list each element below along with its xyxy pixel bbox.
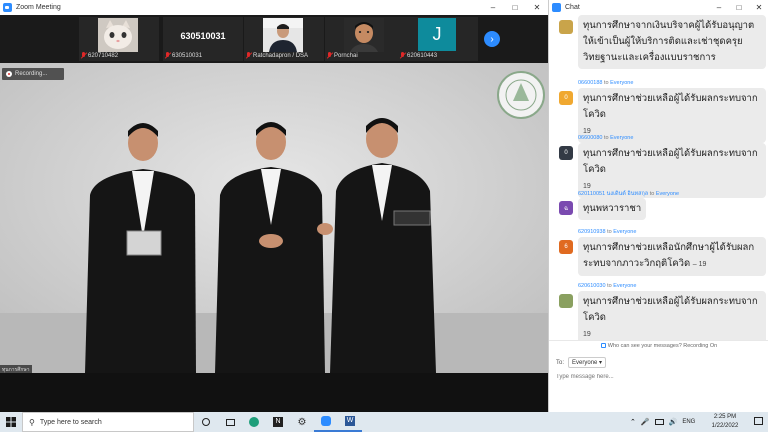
muted-mic-icon <box>165 52 170 59</box>
participant-caption: 630510031 <box>165 51 202 60</box>
edge-icon <box>249 417 259 427</box>
chat-recipient-row: To: Everyone ▾ <box>556 357 607 368</box>
to-label: To: <box>556 359 565 366</box>
zoom-taskbar-button[interactable] <box>314 412 338 432</box>
search-icon: ⚲ <box>29 417 35 427</box>
message-sender: 06600080 to Everyone <box>578 135 634 141</box>
message-sender: 06600188 to Everyone <box>578 80 634 86</box>
taskbar-search-box[interactable]: ⚲ Type here to search <box>22 412 194 432</box>
minimize-button[interactable]: – <box>482 0 504 15</box>
minimize-button[interactable]: – <box>709 0 729 15</box>
message-bubble: ทุนการศึกษาช่วยเหลือผู้ได้รับผลกระทบจากโ… <box>578 291 766 340</box>
zoom-meeting-window: Zoom Meeting – □ ✕ 620710482 630510031 6… <box>0 0 548 412</box>
sender-avatar: 0 <box>559 91 573 105</box>
zoom-icon <box>321 416 331 426</box>
zoom-app-icon <box>3 3 12 12</box>
word-icon: W <box>345 416 355 426</box>
participant-caption: Pornchai <box>327 51 358 60</box>
clock-time: 2:25 PM <box>713 414 737 420</box>
chevron-down-icon: ▾ <box>599 360 603 366</box>
participant-thumbnail[interactable]: J 620610443 <box>398 17 478 61</box>
participant-thumbnail[interactable]: 620710482 <box>79 17 159 61</box>
windows-logo-icon <box>6 417 16 427</box>
notification-icon <box>753 417 763 425</box>
network-icon[interactable] <box>654 419 664 425</box>
cortana-icon <box>202 418 210 426</box>
taskbar-clock[interactable]: 2:25 PM 1/22/2022 <box>700 412 750 432</box>
zoom-app-icon <box>552 3 561 12</box>
chevron-right-icon: › <box>490 33 494 45</box>
screen: Zoom Meeting – □ ✕ 620710482 630510031 6… <box>0 0 768 432</box>
sender-avatar <box>559 20 573 34</box>
zoom-titlebar[interactable]: Zoom Meeting – □ ✕ <box>0 0 548 15</box>
participant-caption: 620610443 <box>400 51 437 60</box>
recipient-dropdown[interactable]: Everyone ▾ <box>568 357 607 368</box>
participant-video <box>263 18 303 52</box>
maximize-button[interactable]: □ <box>504 0 526 15</box>
chat-window: Chat – □ ✕ ทุนการศึกษาจากเงินบริจาคผู้ได… <box>548 0 768 412</box>
recording-icon <box>6 71 12 77</box>
message-bubble: ทุนพหวาราชา <box>578 198 647 220</box>
cortana-button[interactable] <box>194 412 218 432</box>
message-bubble: ทุนการศึกษาจากเงินบริจาคผู้ได้รับอนุญาตใ… <box>578 15 766 69</box>
start-button[interactable] <box>0 412 22 432</box>
message-sender: 620110051 นงเดินต์ อินทสกุล to Everyone <box>578 191 680 197</box>
language-indicator[interactable]: ENG <box>682 419 695 425</box>
university-seal <box>497 71 545 119</box>
participant-display-name: 630510031 <box>180 31 226 41</box>
participant-thumbnail[interactable]: 630510031 630510031 <box>163 17 243 61</box>
participant-thumbnail[interactable]: Ratchadapron / DSA <box>244 17 324 61</box>
chat-message-list[interactable]: ทุนการศึกษาจากเงินบริจาคผู้ได้รับอนุญาตใ… <box>549 15 768 340</box>
participant-caption: Ratchadapron / DSA <box>246 51 308 60</box>
privacy-icon <box>600 343 606 348</box>
participant-thumbnail-strip: 620710482 630510031 630510031 Ratchadapr… <box>0 15 548 63</box>
muted-mic-icon <box>327 52 332 59</box>
notion-icon: N <box>273 417 283 427</box>
stage-scene <box>0 63 548 373</box>
notion-button[interactable]: N <box>266 412 290 432</box>
message-bubble: ทุนการศึกษาช่วยเหลือนักศึกษาผู้ได้รับผลก… <box>578 237 766 276</box>
message-sender: 620910938 to Everyone <box>578 229 637 235</box>
participant-avatar: J <box>418 18 456 51</box>
sender-avatar: 6 <box>559 240 573 254</box>
zoom-window-title: Zoom Meeting <box>16 4 61 11</box>
maximize-button[interactable]: □ <box>729 0 749 15</box>
windows-taskbar: ⚲ Type here to search N ⚙ W ⌃ 🎤 🔊 ENG <box>0 412 768 432</box>
edge-button[interactable] <box>242 412 266 432</box>
sender-avatar: ฉ <box>559 201 573 215</box>
sender-avatar <box>559 294 573 308</box>
clock-date: 1/22/2022 <box>711 423 739 429</box>
participant-caption: 620710482 <box>81 51 118 60</box>
chat-privacy-notice[interactable]: Who can see your messages? Recording On <box>549 340 768 350</box>
sender-avatar: 0 <box>559 146 573 160</box>
system-tray: ⌃ 🎤 🔊 ENG <box>630 412 695 432</box>
close-button[interactable]: ✕ <box>526 0 548 15</box>
participant-video <box>344 18 384 52</box>
chat-titlebar[interactable]: Chat – □ ✕ <box>549 0 768 15</box>
show-hidden-icons-icon[interactable]: ⌃ <box>630 418 636 426</box>
microphone-icon[interactable]: 🎤 <box>641 418 650 426</box>
zoom-bottom-bar <box>0 373 548 412</box>
message-sender: 620610030 to Everyone <box>578 283 637 289</box>
gear-icon: ⚙ <box>297 416 307 428</box>
chat-window-title: Chat <box>565 4 580 11</box>
muted-mic-icon <box>400 52 405 59</box>
muted-mic-icon <box>81 52 86 59</box>
participant-video <box>98 18 138 52</box>
participant-thumbnail[interactable]: Pornchai <box>325 17 405 61</box>
active-speaker-video <box>0 63 548 373</box>
settings-button[interactable]: ⚙ <box>290 412 314 432</box>
task-view-button[interactable] <box>218 412 242 432</box>
recording-indicator[interactable]: Recording... <box>2 68 64 80</box>
next-page-button[interactable]: › <box>484 31 500 47</box>
close-button[interactable]: ✕ <box>749 0 768 15</box>
muted-mic-icon <box>246 52 251 59</box>
task-view-icon <box>225 418 235 426</box>
word-button[interactable]: W <box>338 412 362 432</box>
chat-message-input[interactable] <box>556 372 762 382</box>
notification-button[interactable] <box>752 415 764 427</box>
volume-icon[interactable]: 🔊 <box>669 418 678 426</box>
